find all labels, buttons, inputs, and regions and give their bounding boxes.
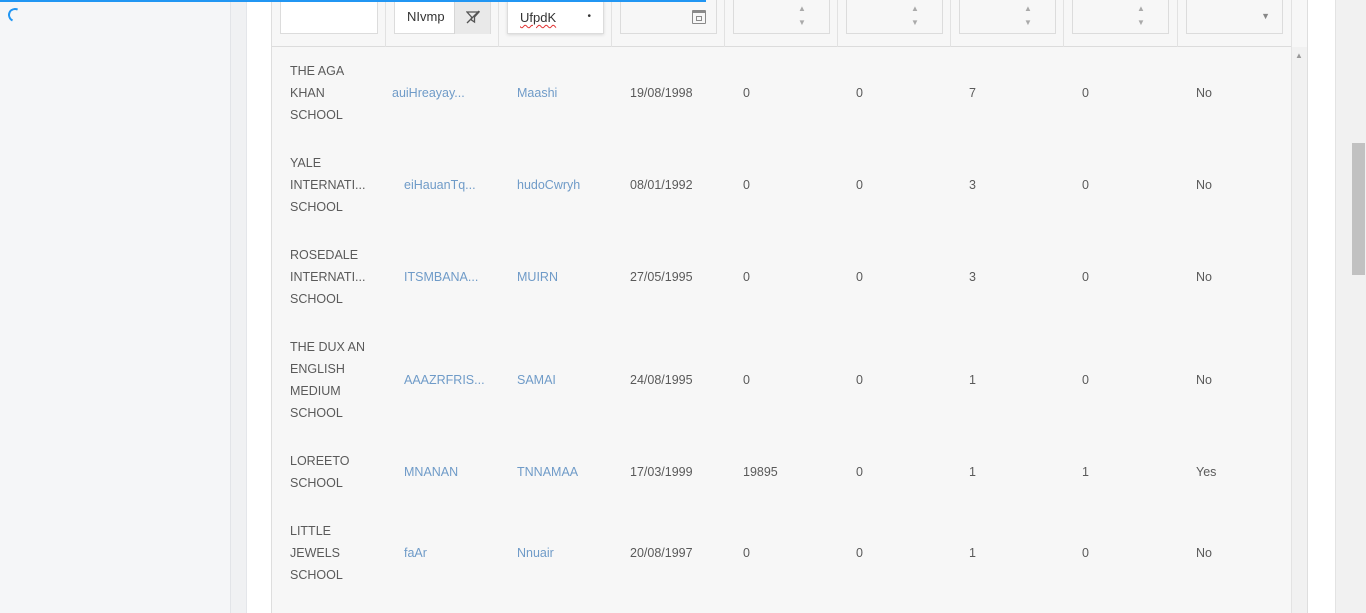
cell-v4: 0 xyxy=(1082,178,1089,192)
cell-date: 17/03/1999 xyxy=(630,465,693,479)
cell-code[interactable]: MNANAN xyxy=(404,461,458,483)
data-grid: NIvmp UfpdK • ▲ ▼ ▲ ▼ ▲ ▼ ▲ ▼ ▼ THE AGA … xyxy=(271,0,1308,613)
cell-v2: 0 xyxy=(856,465,863,479)
table-row[interactable]: YALE INTERNATI... SCHOOL eiHauanTq... hu… xyxy=(272,152,1292,218)
cell-date: 20/08/1997 xyxy=(630,546,693,560)
calendar-icon[interactable] xyxy=(692,10,706,24)
cell-flag: No xyxy=(1196,178,1212,192)
cell-v4: 0 xyxy=(1082,546,1089,560)
filter-input-code[interactable]: NIvmp xyxy=(394,0,491,34)
filter-options-dot[interactable]: • xyxy=(587,11,591,22)
cell-name[interactable]: Nnuair xyxy=(517,542,554,564)
cell-v3: 7 xyxy=(969,86,976,100)
cell-v3: 3 xyxy=(969,270,976,284)
cell-v1: 19895 xyxy=(743,465,778,479)
cell-code[interactable]: AAAZRFRIS... xyxy=(404,369,485,391)
filter-input-school[interactable] xyxy=(280,0,378,34)
filter-cell-v3: ▲ ▼ xyxy=(951,0,1064,47)
cell-date: 27/05/1995 xyxy=(630,270,693,284)
cell-school: THE DUX AN ENGLISH MEDIUM SCHOOL xyxy=(290,340,366,420)
cell-v4: 0 xyxy=(1082,373,1089,387)
cell-date: 24/08/1995 xyxy=(630,373,693,387)
table-row[interactable]: LITTLE JEWELS SCHOOL faAr Nnuair 20/08/1… xyxy=(272,520,1292,586)
cell-v1: 0 xyxy=(743,546,750,560)
filter-select-flag[interactable]: ▼ xyxy=(1186,0,1283,34)
sidebar xyxy=(0,0,231,613)
cell-school: THE AGA KHAN SCHOOL xyxy=(290,64,344,122)
filter-code-value: NIvmp xyxy=(407,9,445,24)
spin-arrows-icon[interactable]: ▲ ▼ xyxy=(1136,2,1146,30)
cell-flag: No xyxy=(1196,546,1212,560)
cell-flag: No xyxy=(1196,270,1212,284)
loading-progress-bar xyxy=(0,0,706,2)
cell-flag: No xyxy=(1196,86,1212,100)
filter-cell-v4: ▲ ▼ xyxy=(1064,0,1178,47)
spin-arrows-icon[interactable]: ▲ ▼ xyxy=(1023,2,1033,30)
cell-v3: 1 xyxy=(969,373,976,387)
cell-school: LITTLE JEWELS SCHOOL xyxy=(290,524,343,582)
filter-cell-code: NIvmp xyxy=(386,0,499,47)
cell-code[interactable]: ITSMBANA... xyxy=(404,266,478,288)
cell-v4: 0 xyxy=(1082,86,1089,100)
cell-v3: 1 xyxy=(969,465,976,479)
grid-scrollbar[interactable]: ▲ xyxy=(1291,47,1307,613)
table-row[interactable]: LOREETO SCHOOL MNANAN TNNAMAA 17/03/1999… xyxy=(272,450,1292,494)
filter-input-v4[interactable]: ▲ ▼ xyxy=(1072,0,1169,34)
cell-v2: 0 xyxy=(856,373,863,387)
cell-school: ROSEDALE INTERNATI... SCHOOL xyxy=(290,248,366,306)
cell-code[interactable]: faAr xyxy=(404,542,427,564)
cell-code[interactable]: eiHauanTq... xyxy=(404,174,476,196)
filter-input-date[interactable] xyxy=(620,0,717,34)
cell-v2: 0 xyxy=(856,546,863,560)
cell-date: 19/08/1998 xyxy=(630,86,693,100)
chevron-down-icon: ▼ xyxy=(1261,11,1270,21)
loading-spinner-icon xyxy=(6,6,24,24)
cell-v2: 0 xyxy=(856,86,863,100)
scroll-up-icon[interactable]: ▲ xyxy=(1295,51,1303,60)
filter-cell-school xyxy=(272,0,386,47)
cell-flag: No xyxy=(1196,373,1212,387)
filter-cell-v2: ▲ ▼ xyxy=(838,0,951,47)
cell-v1: 0 xyxy=(743,373,750,387)
filter-name-value: UfpdK xyxy=(520,10,557,25)
cell-v3: 3 xyxy=(969,178,976,192)
filter-cell-name: UfpdK • xyxy=(499,0,612,47)
filter-input-v2[interactable]: ▲ ▼ xyxy=(846,0,943,34)
cell-name[interactable]: hudoCwryh xyxy=(517,174,580,196)
spin-arrows-icon[interactable]: ▲ ▼ xyxy=(797,2,807,30)
filter-row: NIvmp UfpdK • ▲ ▼ ▲ ▼ ▲ ▼ ▲ ▼ ▼ xyxy=(272,0,1292,47)
filter-cell-flag: ▼ xyxy=(1178,0,1292,47)
page-scrollbar-thumb[interactable] xyxy=(1352,143,1365,275)
cell-name[interactable]: TNNAMAA xyxy=(517,461,578,483)
cell-v4: 1 xyxy=(1082,465,1089,479)
cell-school: YALE INTERNATI... SCHOOL xyxy=(290,156,366,214)
filter-cell-v1: ▲ ▼ xyxy=(725,0,838,47)
cell-v4: 0 xyxy=(1082,270,1089,284)
filter-cell-date xyxy=(612,0,725,47)
main-content: NIvmp UfpdK • ▲ ▼ ▲ ▼ ▲ ▼ ▲ ▼ ▼ THE AGA … xyxy=(247,0,1335,613)
spin-arrows-icon[interactable]: ▲ ▼ xyxy=(910,2,920,30)
cell-v1: 0 xyxy=(743,178,750,192)
cell-v2: 0 xyxy=(856,178,863,192)
page-scrollbar[interactable] xyxy=(1335,0,1366,613)
cell-v1: 0 xyxy=(743,270,750,284)
filter-input-name[interactable]: UfpdK • xyxy=(507,0,604,34)
cell-v1: 0 xyxy=(743,86,750,100)
table-row[interactable]: THE DUX AN ENGLISH MEDIUM SCHOOL AAAZRFR… xyxy=(272,336,1292,424)
filter-clear-icon[interactable] xyxy=(454,0,490,34)
table-row[interactable]: ROSEDALE INTERNATI... SCHOOL ITSMBANA...… xyxy=(272,244,1292,310)
filter-input-v1[interactable]: ▲ ▼ xyxy=(733,0,830,34)
cell-name[interactable]: MUIRN xyxy=(517,266,558,288)
cell-v3: 1 xyxy=(969,546,976,560)
filter-input-v3[interactable]: ▲ ▼ xyxy=(959,0,1056,34)
cell-flag: Yes xyxy=(1196,465,1217,479)
cell-school: LOREETO SCHOOL xyxy=(290,454,350,490)
cell-date: 08/01/1992 xyxy=(630,178,693,192)
table-row[interactable]: THE AGA KHAN SCHOOL auiHreayay... Maashi… xyxy=(272,60,1292,126)
cell-name[interactable]: Maashi xyxy=(517,82,557,104)
sidebar-gutter xyxy=(231,0,247,613)
cell-v2: 0 xyxy=(856,270,863,284)
cell-code[interactable]: auiHreayay... xyxy=(392,82,465,104)
cell-name[interactable]: SAMAI xyxy=(517,369,556,391)
